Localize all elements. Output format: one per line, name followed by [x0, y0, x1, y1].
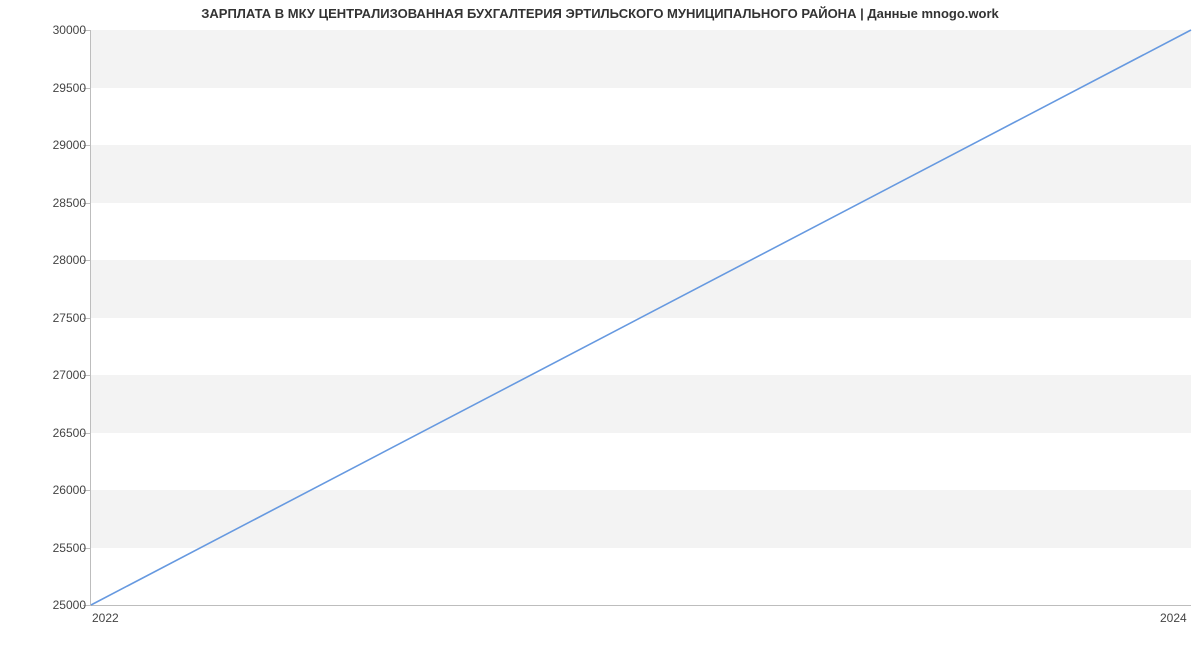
y-tick-label: 26000 [6, 483, 86, 497]
salary-chart: ЗАРПЛАТА В МКУ ЦЕНТРАЛИЗОВАННАЯ БУХГАЛТЕ… [0, 0, 1200, 650]
y-tick-label: 29000 [6, 138, 86, 152]
y-tick-label: 25500 [6, 541, 86, 555]
y-tick-label: 26500 [6, 426, 86, 440]
x-tick-label: 2024 [1160, 611, 1187, 625]
chart-title: ЗАРПЛАТА В МКУ ЦЕНТРАЛИЗОВАННАЯ БУХГАЛТЕ… [0, 6, 1200, 21]
data-line [91, 30, 1191, 605]
y-tick-label: 25000 [6, 598, 86, 612]
line-layer [91, 30, 1191, 605]
y-tick-label: 28000 [6, 253, 86, 267]
plot-area [90, 30, 1191, 606]
y-tick-label: 29500 [6, 81, 86, 95]
x-tick-label: 2022 [92, 611, 119, 625]
y-tick-label: 28500 [6, 196, 86, 210]
y-tick-label: 30000 [6, 23, 86, 37]
y-tick-label: 27000 [6, 368, 86, 382]
y-tick-label: 27500 [6, 311, 86, 325]
